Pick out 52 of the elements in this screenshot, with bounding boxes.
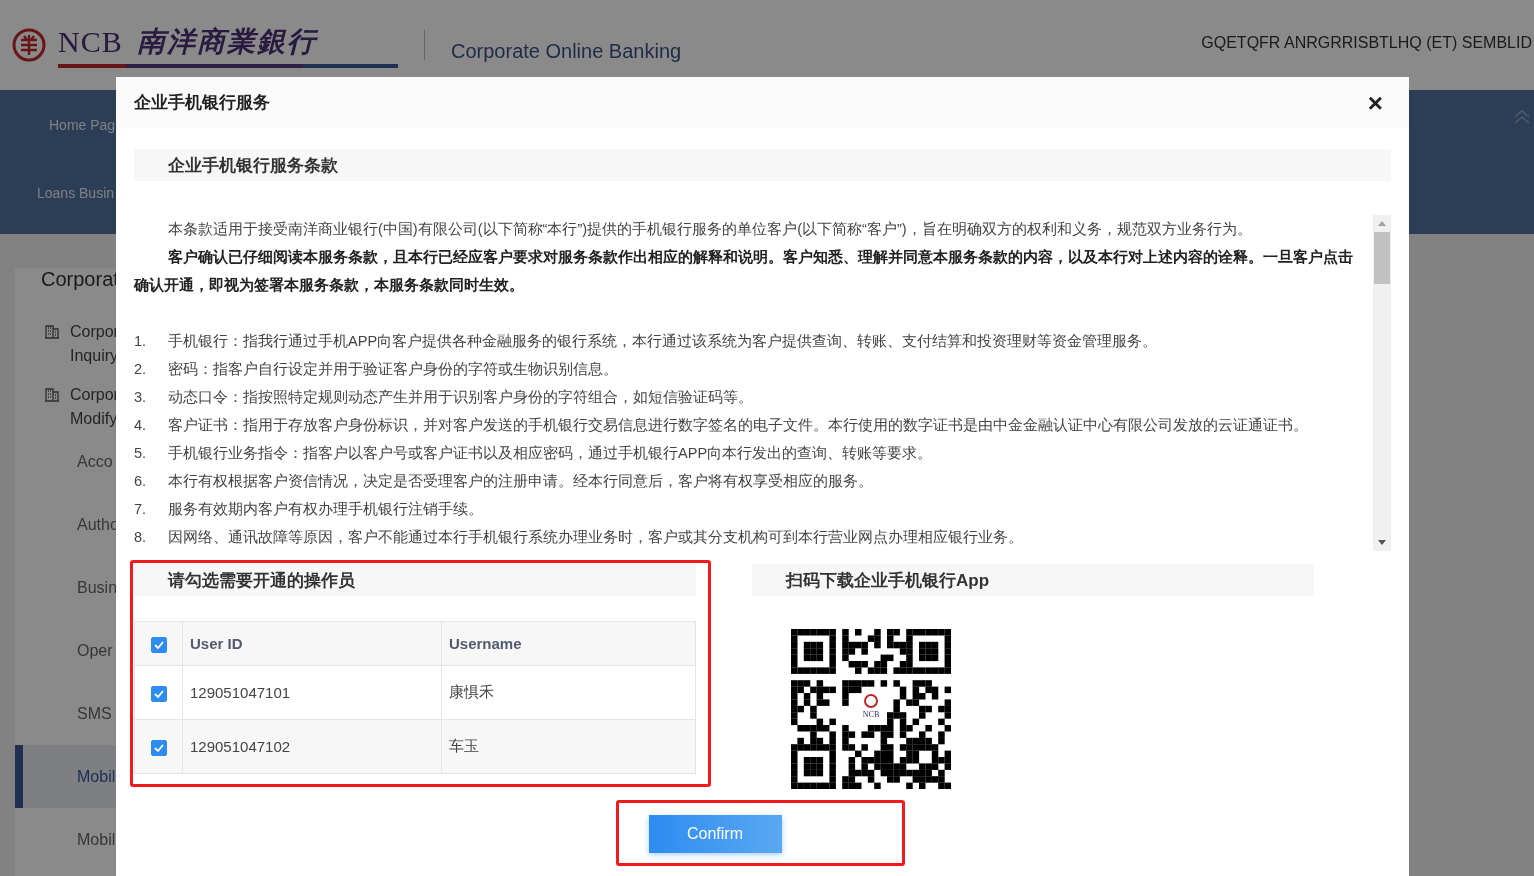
- terms-clause: 密码：指客户自行设定并用于验证客户身份的字符或生物识别信息。: [168, 360, 618, 379]
- check-icon: [153, 640, 164, 649]
- check-icon: [153, 689, 164, 698]
- building-icon: [44, 386, 60, 402]
- row-checkbox[interactable]: [150, 685, 167, 702]
- terms-clause: 手机银行：指我行通过手机APP向客户提供各种金融服务的银行系统，本行通过该系统为客户提供查询、转账、支付结算和投资理财等资金管理服务。: [168, 332, 1158, 351]
- list-number: 3.: [134, 388, 148, 407]
- nav-link[interactable]: Home Pag: [0, 117, 116, 133]
- section-title: 扫码下载企业手机银行App: [786, 569, 990, 592]
- terms-paragraph: 客户确认已仔细阅读本服务条款，且本行已经应客户要求对服务条款作出相应的解释和说明。客户知悉、理解并同意本服务条款的内容，以及本行对上述内容的诠释。一旦客户点击确认开通，即视为签署本服务条款，本服务条款同时生效。: [134, 247, 1354, 295]
- qr-logo-text: NCB: [862, 710, 880, 719]
- product-title: Corporate Online Banking: [451, 39, 682, 63]
- list-number: 6.: [134, 472, 148, 491]
- column-header: User ID: [182, 621, 442, 666]
- modal-title: 企业手机银行服务: [134, 92, 270, 114]
- terms-paragraph: 本条款适用于接受南洋商业银行(中国)有限公司(以下简称“本行”)提供的手机银行服务的单位客户(以下简称“客户”)，旨在明确双方的权利和义务，规范双方业务行为。: [167, 220, 1253, 239]
- scrollbar[interactable]: [1373, 215, 1391, 551]
- table-cell: 129051047102: [182, 719, 442, 774]
- table-cell: 康惧禾: [441, 665, 696, 720]
- table-cell: 车玉: [441, 719, 696, 774]
- check-icon: [153, 743, 164, 752]
- select-all-checkbox[interactable]: [150, 636, 167, 653]
- section-title: 企业手机银行服务条款: [168, 154, 338, 177]
- terms-clause: 客户证书：指用于存放客户身份标识，并对客户发送的手机银行交易信息进行数字签名的电子文件。本行使用的数字证书是由中金金融认证中心有限公司发放的云证通证书。: [168, 416, 1308, 435]
- terms-clause: 因网络、通讯故障等原因，客户不能通过本行手机银行系统办理业务时，客户或其分支机构可到本行营业网点办理相应银行业务。: [168, 528, 1023, 547]
- user-name: GQETQFR ANRGRRISBTLHQ (ET) SEMBLID: [1201, 34, 1532, 52]
- logo-emblem-icon: [864, 694, 878, 708]
- confirm-button[interactable]: Confirm: [648, 815, 782, 853]
- list-number: 1.: [134, 332, 148, 351]
- column-header: Username: [441, 621, 696, 666]
- list-number: 8.: [134, 528, 148, 547]
- scrollbar-thumb[interactable]: [1374, 232, 1390, 284]
- logo-emblem-icon: [12, 28, 46, 62]
- nav-link[interactable]: Loans Busin: [0, 185, 116, 201]
- list-number: 5.: [134, 444, 148, 463]
- terms-clause: 动态口令：指按照特定规则动态产生并用于识别客户身份的字符组合，如短信验证码等。: [168, 388, 753, 407]
- logo-wordmark: NCB: [58, 25, 123, 59]
- building-icon: [44, 323, 60, 339]
- list-number: 2.: [134, 360, 148, 379]
- row-checkbox[interactable]: [150, 739, 167, 756]
- scroll-down-icon[interactable]: [1378, 540, 1386, 545]
- table-cell: 129051047101: [182, 665, 442, 720]
- section-title: 请勾选需要开通的操作员: [168, 569, 355, 592]
- terms-clause: 手机银行业务指令：指客户以客户号或客户证书以及相应密码，通过手机银行APP向本行发出的查询、转账等要求。: [168, 444, 933, 463]
- close-button[interactable]: ×: [1359, 89, 1391, 116]
- logo-chinese-name: 南洋商業銀行: [136, 25, 317, 59]
- list-number: 4.: [134, 416, 148, 435]
- terms-clause: 服务有效期内客户有权办理手机银行注销手续。: [168, 500, 483, 519]
- list-number: 7.: [134, 500, 148, 519]
- terms-clause: 本行有权根据客户资信情况，决定是否受理客户的注册申请。经本行同意后，客户将有权享受相应的服务。: [168, 472, 873, 491]
- scroll-up-icon[interactable]: [1378, 221, 1386, 226]
- sidebar-title: Corporat: [41, 268, 119, 292]
